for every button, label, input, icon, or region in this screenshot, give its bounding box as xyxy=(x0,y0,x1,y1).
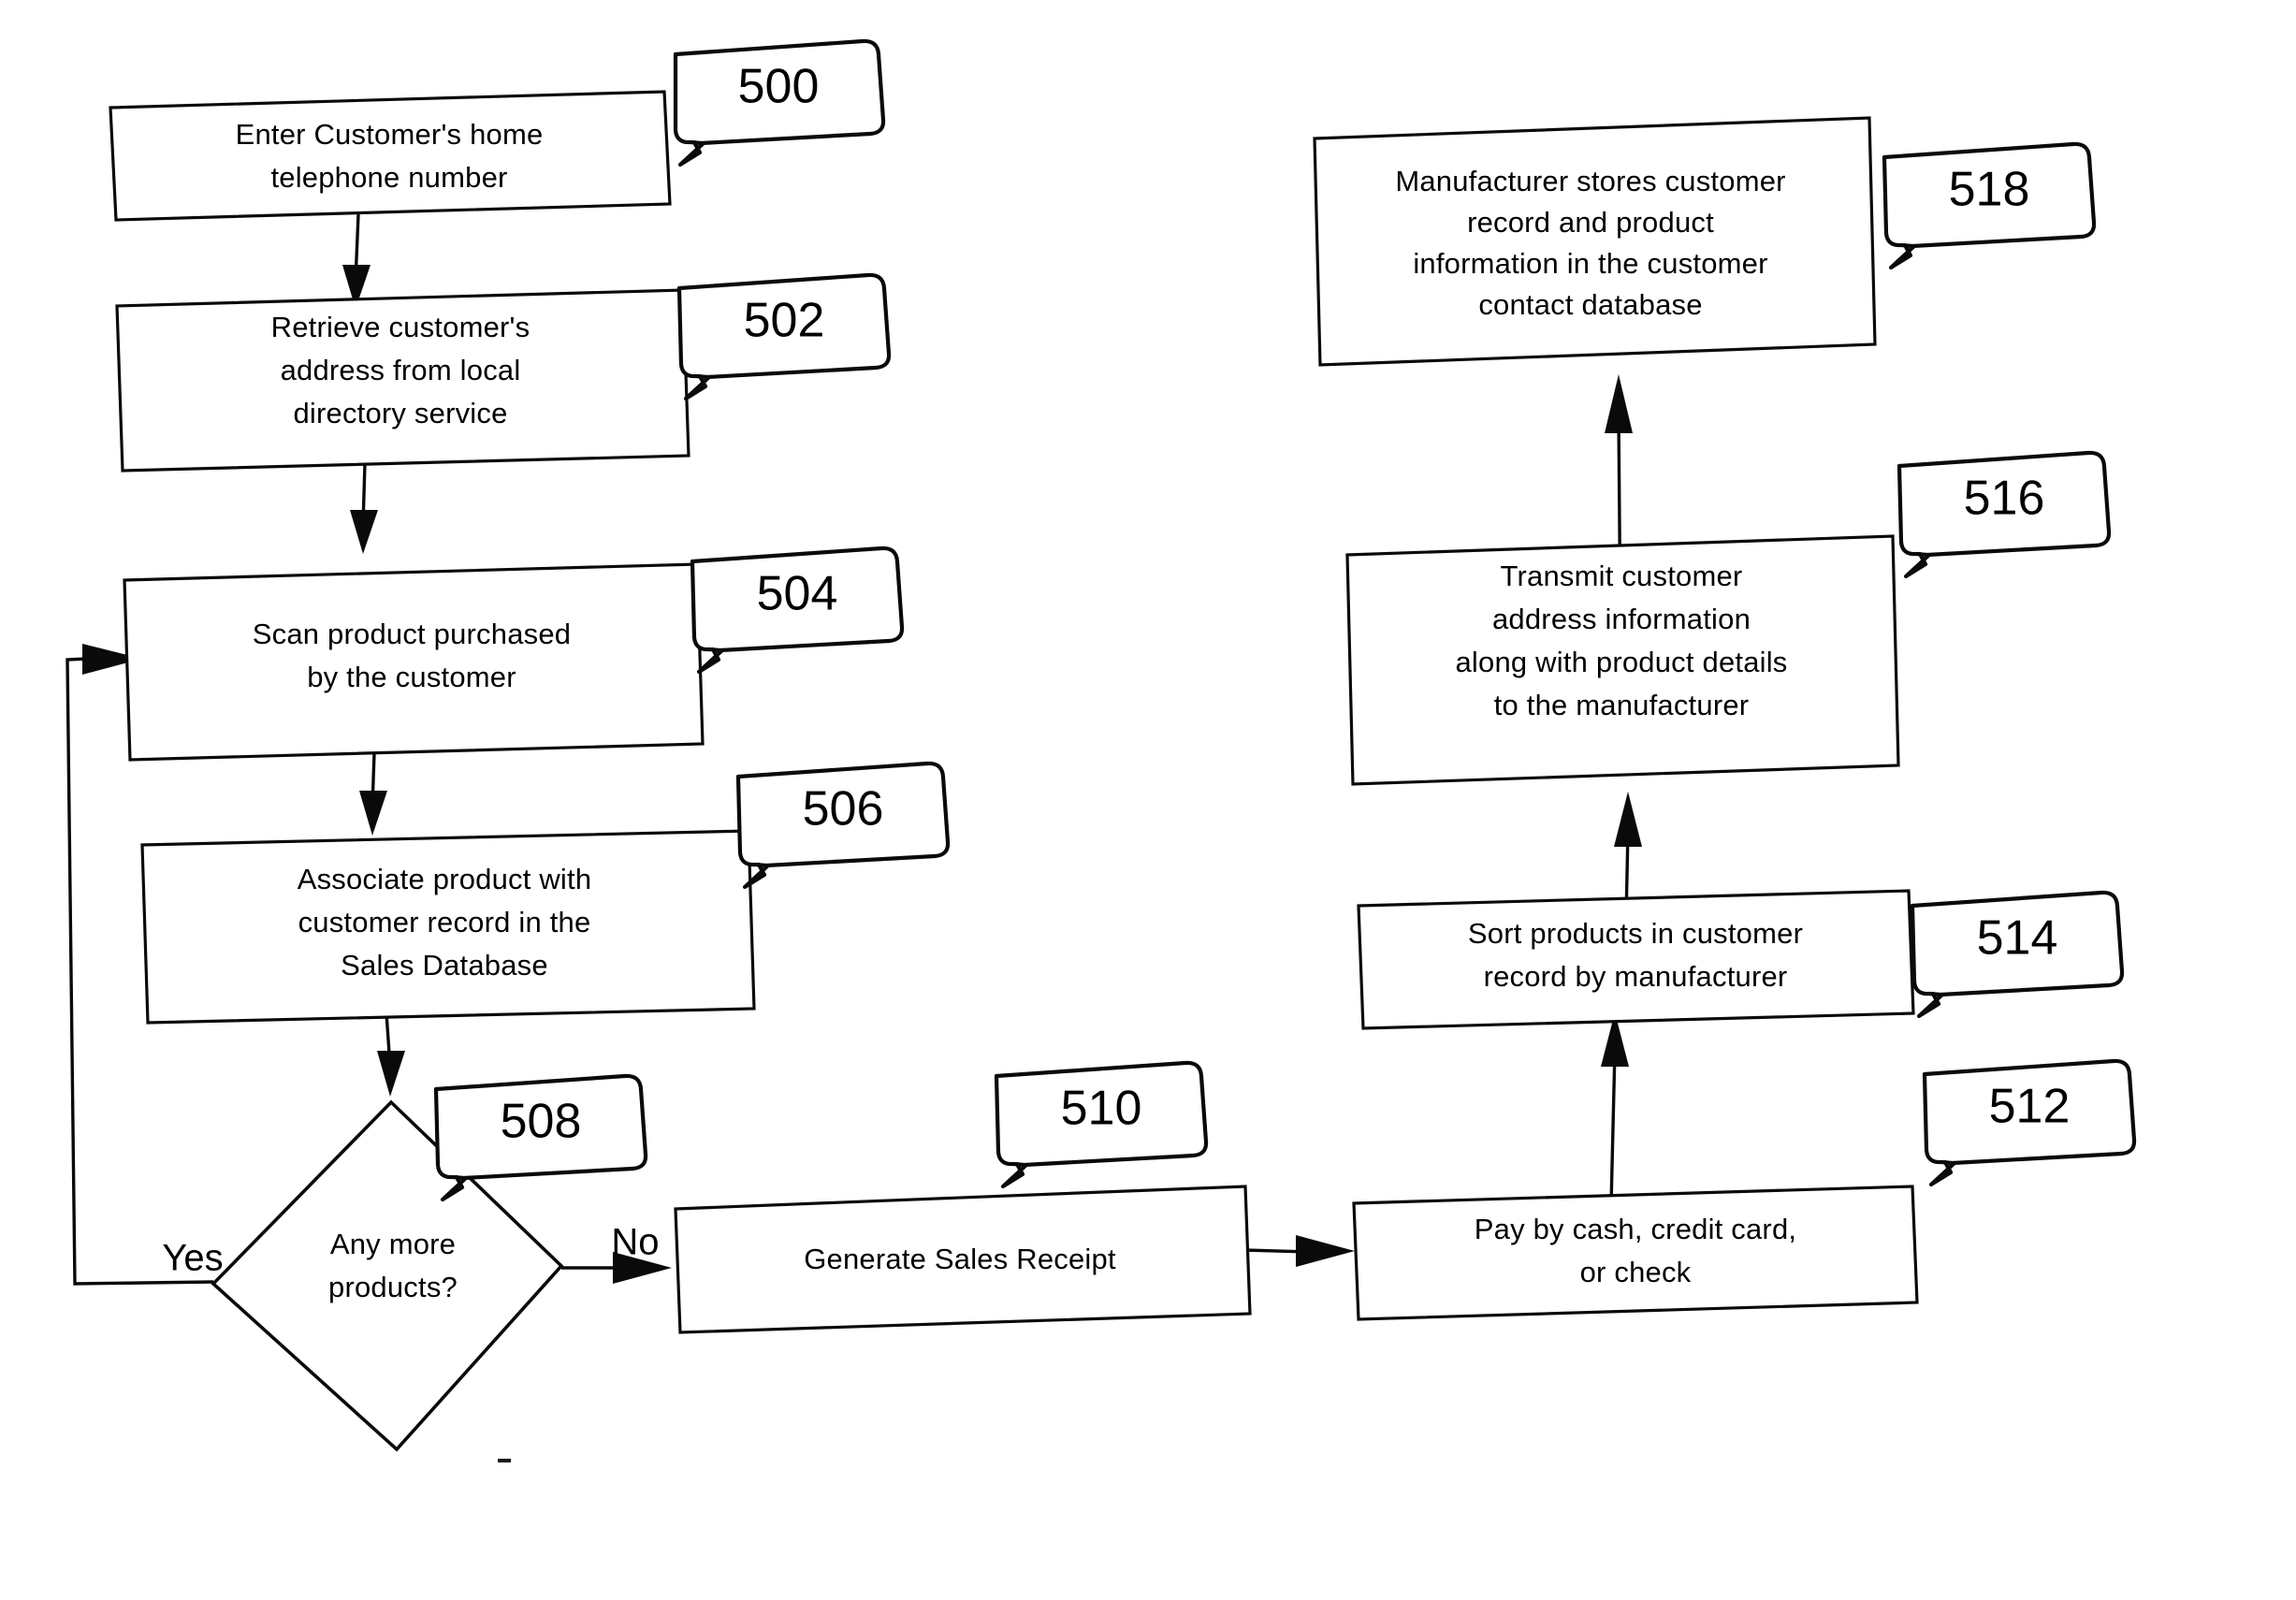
svg-text:information in the customer: information in the customer xyxy=(1413,247,1767,280)
svg-text:510: 510 xyxy=(1061,1082,1142,1136)
svg-text:contact database: contact database xyxy=(1478,288,1702,321)
svg-text:or check: or check xyxy=(1580,1256,1692,1288)
svg-text:516: 516 xyxy=(1964,472,2045,526)
svg-text:telephone number: telephone number xyxy=(270,161,507,194)
svg-text:508: 508 xyxy=(501,1095,582,1149)
node-518[interactable] xyxy=(1313,116,1877,367)
node-506-label: Associate product with customer record i… xyxy=(298,863,592,982)
svg-text:by the customer: by the customer xyxy=(307,661,516,693)
callout-506: 506 xyxy=(735,761,951,890)
svg-text:Transmit customer: Transmit customer xyxy=(1501,560,1743,592)
svg-text:500: 500 xyxy=(738,60,820,114)
callout-500: 500 xyxy=(673,38,886,167)
patent-flowchart-figure: Enter Customer's home telephone number R… xyxy=(0,0,2296,1600)
svg-text:No: No xyxy=(611,1222,659,1263)
svg-text:Enter Customer's home: Enter Customer's home xyxy=(236,118,544,151)
svg-text:Associate product with: Associate product with xyxy=(298,863,592,895)
node-502-label: Retrieve customer's address from local d… xyxy=(271,311,530,429)
connector-504-506 xyxy=(359,752,387,836)
connector-510-512 xyxy=(1243,1235,1355,1267)
svg-text:514: 514 xyxy=(1977,911,2058,966)
svg-text:to the manufacturer: to the manufacturer xyxy=(1494,689,1750,721)
svg-text:address information: address information xyxy=(1492,603,1751,635)
callout-516: 516 xyxy=(1896,450,2112,579)
svg-text:502: 502 xyxy=(744,294,825,348)
svg-text:504: 504 xyxy=(757,567,838,621)
svg-text:address from local: address from local xyxy=(281,354,521,386)
svg-text:Yes: Yes xyxy=(162,1238,223,1279)
svg-text:Any more: Any more xyxy=(330,1228,456,1260)
node-510-label: Generate Sales Receipt xyxy=(804,1243,1116,1275)
svg-text:along with product details: along with product details xyxy=(1455,646,1787,678)
svg-text:Sort products in customer: Sort products in customer xyxy=(1468,917,1803,950)
svg-text:customer record in the: customer record in the xyxy=(298,906,591,938)
svg-text:518: 518 xyxy=(1949,163,2030,217)
callout-502: 502 xyxy=(676,272,892,401)
scan-artifact-speck xyxy=(498,1459,511,1462)
svg-text:Generate Sales Receipt: Generate Sales Receipt xyxy=(804,1243,1116,1275)
flowchart-canvas: Enter Customer's home telephone number R… xyxy=(65,38,2137,1462)
connector-512-514 xyxy=(1601,1012,1629,1206)
svg-text:512: 512 xyxy=(1989,1080,2071,1134)
callout-514: 514 xyxy=(1910,890,2125,1019)
svg-text:Pay by cash, credit card,: Pay by cash, credit card, xyxy=(1475,1213,1796,1245)
edge-label-yes: Yes xyxy=(162,1238,223,1279)
connector-502-504 xyxy=(350,462,378,554)
callout-518: 518 xyxy=(1882,141,2097,270)
svg-text:Scan product purchased: Scan product purchased xyxy=(253,618,571,650)
svg-text:Retrieve customer's: Retrieve customer's xyxy=(271,311,530,343)
svg-text:Manufacturer stores customer: Manufacturer stores customer xyxy=(1395,165,1785,197)
svg-text:record and product: record and product xyxy=(1467,206,1714,239)
svg-text:products?: products? xyxy=(328,1271,458,1303)
connector-500-502 xyxy=(342,213,371,309)
edge-label-no: No xyxy=(611,1222,659,1263)
svg-text:directory service: directory service xyxy=(293,397,507,429)
callout-510: 510 xyxy=(994,1060,1209,1189)
node-500[interactable] xyxy=(109,90,672,222)
node-512[interactable] xyxy=(1352,1185,1919,1321)
svg-text:Sales Database: Sales Database xyxy=(341,949,548,982)
svg-text:record by manufacturer: record by manufacturer xyxy=(1484,960,1788,993)
connector-506-508 xyxy=(377,1012,405,1097)
callout-512: 512 xyxy=(1922,1058,2137,1187)
svg-text:506: 506 xyxy=(803,782,884,836)
callout-504: 504 xyxy=(690,545,905,675)
